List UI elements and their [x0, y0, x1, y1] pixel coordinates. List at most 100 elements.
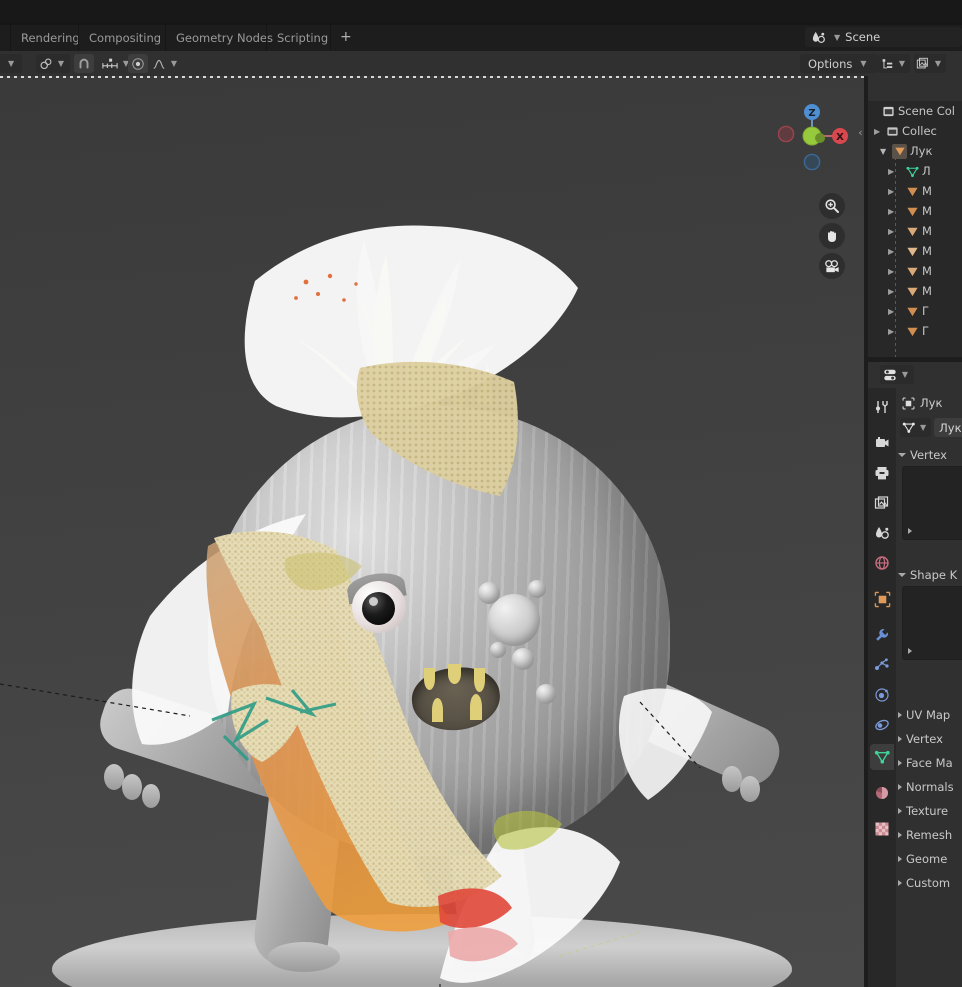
outliner-row-collection[interactable]: ▶ Collec — [870, 121, 937, 141]
outliner-row-mesh-data[interactable]: ▶ Л — [870, 161, 931, 181]
mesh-data-triangle-icon — [874, 750, 890, 764]
vertex-groups-list[interactable] — [902, 466, 962, 540]
properties-tab-texture[interactable] — [870, 816, 894, 842]
chevron-down-icon: ▼ — [934, 59, 942, 68]
panel-header-vertex-groups[interactable]: Vertex — [898, 446, 947, 464]
outliner-display-mode-dropdown[interactable]: ▼ — [878, 54, 910, 73]
mesh-object-icon — [906, 305, 919, 318]
chevron-right-icon — [898, 832, 902, 838]
panel-header-normals[interactable]: Normals — [898, 778, 954, 796]
list-expand-arrow[interactable] — [908, 528, 912, 534]
properties-tab-particles[interactable] — [870, 652, 894, 678]
properties-tab-object-data[interactable] — [870, 744, 894, 770]
scene-selector[interactable]: ▼ Scene — [805, 27, 962, 47]
properties-tab-render[interactable] — [870, 430, 894, 456]
expand-arrow[interactable]: ▶ — [870, 227, 900, 236]
properties-tab-physics[interactable] — [870, 682, 894, 708]
properties-body[interactable]: Лук ▼ Лук Vertex Shape K UV Map Vertex F… — [896, 388, 962, 987]
expand-arrow[interactable]: ▶ — [870, 267, 900, 276]
object-square-icon — [902, 397, 915, 410]
panel-header-texture-space[interactable]: Texture — [898, 802, 948, 820]
outliner-filter-dropdown[interactable]: ▼ — [914, 54, 946, 73]
outliner-row-scene-collection[interactable]: Scene Col — [870, 101, 955, 121]
mesh-data-name[interactable]: Лук — [934, 418, 962, 437]
expand-arrow[interactable]: ▶ — [870, 167, 900, 176]
panel-label: Vertex — [910, 448, 947, 462]
pan-view-button[interactable] — [819, 223, 845, 249]
3d-viewport[interactable]: ▼ ▼ ▼ — [0, 76, 866, 987]
properties-editor[interactable]: ▼ Лук ▼ Лук Vertex Shape K UV Map Vertex… — [868, 362, 962, 987]
browse-mesh-data-dropdown[interactable]: ▼ — [900, 418, 932, 437]
snap-toggle[interactable] — [74, 54, 94, 73]
expand-arrow[interactable]: ▶ — [870, 127, 886, 136]
properties-tab-view-layer[interactable] — [870, 490, 894, 516]
zoom-view-button[interactable] — [819, 193, 845, 219]
panel-header-geometry-data[interactable]: Geome — [898, 850, 947, 868]
properties-editor-icon — [883, 368, 897, 382]
proportional-falloff-dropdown[interactable]: ▼ — [150, 54, 182, 73]
scene-name: Scene — [845, 30, 881, 44]
outliner-row-child-5[interactable]: ▶ M — [870, 261, 932, 281]
add-workspace-button[interactable]: + — [330, 24, 361, 50]
properties-tab-tool[interactable] — [870, 394, 894, 420]
breadcrumb: Лук — [902, 394, 942, 412]
viewport-options-dropdown[interactable]: Options ▼ — [800, 54, 878, 73]
panel-header-vertex-colors[interactable]: Vertex — [898, 730, 943, 748]
properties-tab-output[interactable] — [870, 460, 894, 486]
panel-header-shape-keys[interactable]: Shape K — [898, 566, 957, 584]
proportional-editing-toggle[interactable] — [128, 54, 148, 73]
camera-view-button[interactable] — [819, 253, 845, 279]
panel-header-face-maps[interactable]: Face Ma — [898, 754, 953, 772]
workspace-tab-scripting[interactable]: Scripting — [266, 25, 338, 51]
outliner-row-child-3[interactable]: ▶ M — [870, 221, 932, 241]
outliner-row-child-2[interactable]: ▶ M — [870, 201, 932, 221]
outliner-row-child-6[interactable]: ▶ M — [870, 281, 932, 301]
expand-arrow[interactable]: ▶ — [870, 247, 900, 256]
outliner-row-child-1[interactable]: ▶ M — [870, 181, 932, 201]
outliner-row-object-luk[interactable]: ▼ Лук — [870, 141, 932, 161]
expand-arrow[interactable]: ▶ — [870, 307, 900, 316]
editor-type-dropdown[interactable]: ▼ — [880, 365, 914, 384]
panel-label: Shape K — [910, 568, 958, 582]
mesh-object-icon — [906, 285, 919, 298]
shape-keys-list[interactable] — [902, 586, 962, 660]
panel-header-remesh[interactable]: Remesh — [898, 826, 952, 844]
transform-orientation-dropdown[interactable]: al ▼ — [0, 54, 22, 73]
properties-tab-material[interactable] — [870, 780, 894, 806]
properties-tab-constraints[interactable] — [870, 712, 894, 738]
properties-tab-world[interactable] — [870, 550, 894, 576]
properties-tab-scene[interactable] — [870, 520, 894, 546]
panel-header-uv-maps[interactable]: UV Map — [898, 706, 950, 724]
expand-arrow[interactable]: ▶ — [870, 207, 900, 216]
outliner-label: Лук — [910, 144, 933, 158]
panel-header-custom-properties[interactable]: Custom — [898, 874, 950, 892]
properties-tab-modifiers[interactable] — [870, 622, 894, 648]
workspace-tab-compositing[interactable]: Compositing — [78, 25, 171, 51]
properties-tab-column[interactable] — [868, 388, 896, 987]
outliner-row-child-7[interactable]: ▶ Г — [870, 301, 929, 321]
properties-tab-object[interactable] — [870, 586, 894, 612]
list-expand-arrow[interactable] — [908, 648, 912, 654]
proportional-dot-icon — [131, 57, 145, 71]
chevron-down-icon: ▼ — [860, 59, 867, 68]
chevron-down-icon — [898, 573, 906, 577]
object-data-id-field[interactable]: ▼ Лук — [900, 418, 962, 437]
outliner-editor[interactable]: Scene Col ▶ Collec ▼ Лук ▶ Л ▶ M ▶ M ▶ M… — [868, 76, 962, 357]
expand-arrow[interactable]: ▶ — [870, 287, 900, 296]
outliner-tree[interactable]: Scene Col ▶ Collec ▼ Лук ▶ Л ▶ M ▶ M ▶ M… — [868, 101, 962, 357]
outliner-label: M — [922, 284, 932, 298]
expand-arrow[interactable]: ▶ — [870, 187, 900, 196]
render-camera-icon — [876, 437, 889, 447]
outliner-label: M — [922, 204, 932, 218]
expand-arrow[interactable]: ▼ — [870, 147, 892, 156]
expand-arrow[interactable]: ▶ — [870, 327, 900, 336]
object-square-icon — [874, 591, 890, 607]
panel-label: Vertex — [906, 732, 943, 746]
snap-with-dropdown[interactable]: ▼ — [36, 54, 70, 73]
scene-new-button[interactable] — [948, 27, 962, 47]
outliner-row-child-8[interactable]: ▶ Г — [870, 321, 929, 341]
outliner-row-child-4[interactable]: ▶ M — [870, 241, 932, 261]
outliner-label: M — [922, 244, 932, 258]
texture-checker-icon — [875, 822, 889, 836]
navigation-gizmo[interactable]: Z X — [778, 102, 848, 172]
